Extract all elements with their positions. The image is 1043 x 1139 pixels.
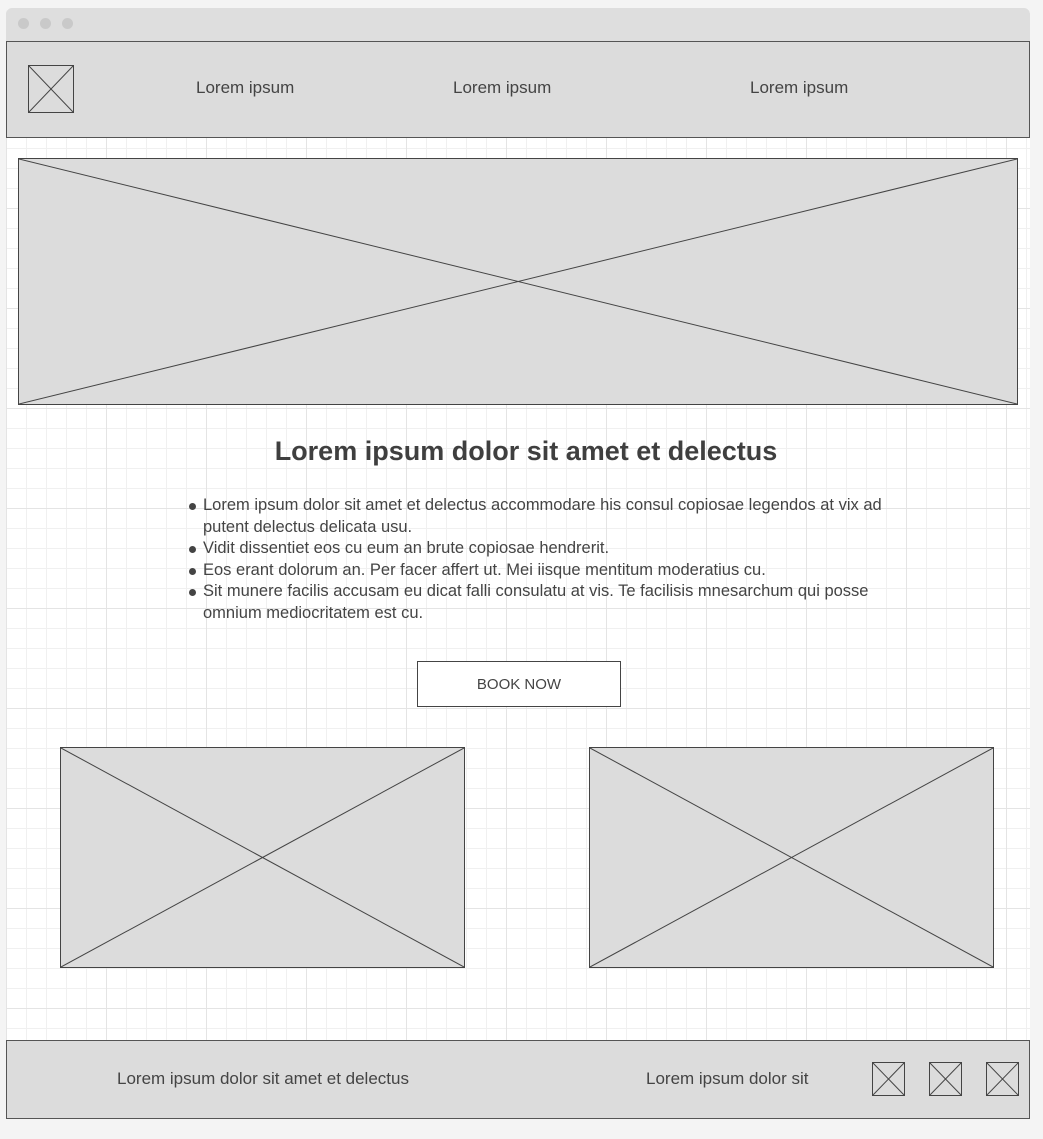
feature-list: Lorem ipsum dolor sit amet et delectus a… (188, 495, 888, 624)
social-icon-3[interactable] (986, 1062, 1019, 1096)
content-image-placeholder-right (589, 747, 994, 968)
nav-link-3[interactable]: Lorem ipsum (750, 78, 848, 98)
nav-link-1[interactable]: Lorem ipsum (196, 78, 294, 98)
list-item: Eos erant dolorum an. Per facer affert u… (188, 560, 888, 582)
list-item: Sit munere facilis accusam eu dicat fall… (188, 581, 888, 624)
window-maximize-dot[interactable] (62, 18, 73, 29)
book-now-button[interactable]: BOOK NOW (417, 661, 621, 707)
site-header: Lorem ipsum Lorem ipsum Lorem ipsum (6, 41, 1030, 138)
content-image-placeholder-left (60, 747, 465, 968)
social-icon-1[interactable] (872, 1062, 905, 1096)
hero-image-placeholder (18, 158, 1018, 405)
list-item: Vidit dissentiet eos cu eum an brute cop… (188, 538, 888, 560)
window-minimize-dot[interactable] (40, 18, 51, 29)
nav-link-2[interactable]: Lorem ipsum (453, 78, 551, 98)
logo-image-placeholder[interactable] (28, 65, 74, 113)
window-close-dot[interactable] (18, 18, 29, 29)
social-icon-2[interactable] (929, 1062, 962, 1096)
footer-text-right: Lorem ipsum dolor sit (646, 1069, 809, 1088)
site-footer: Lorem ipsum dolor sit amet et delectus L… (6, 1040, 1030, 1119)
page-title: Lorem ipsum dolor sit amet et delectus (274, 436, 778, 466)
window-titlebar (6, 8, 1030, 41)
browser-window: Lorem ipsum Lorem ipsum Lorem ipsum Lore… (6, 8, 1030, 1119)
list-item: Lorem ipsum dolor sit amet et delectus a… (188, 495, 888, 538)
footer-text-left: Lorem ipsum dolor sit amet et delectus (117, 1069, 409, 1088)
